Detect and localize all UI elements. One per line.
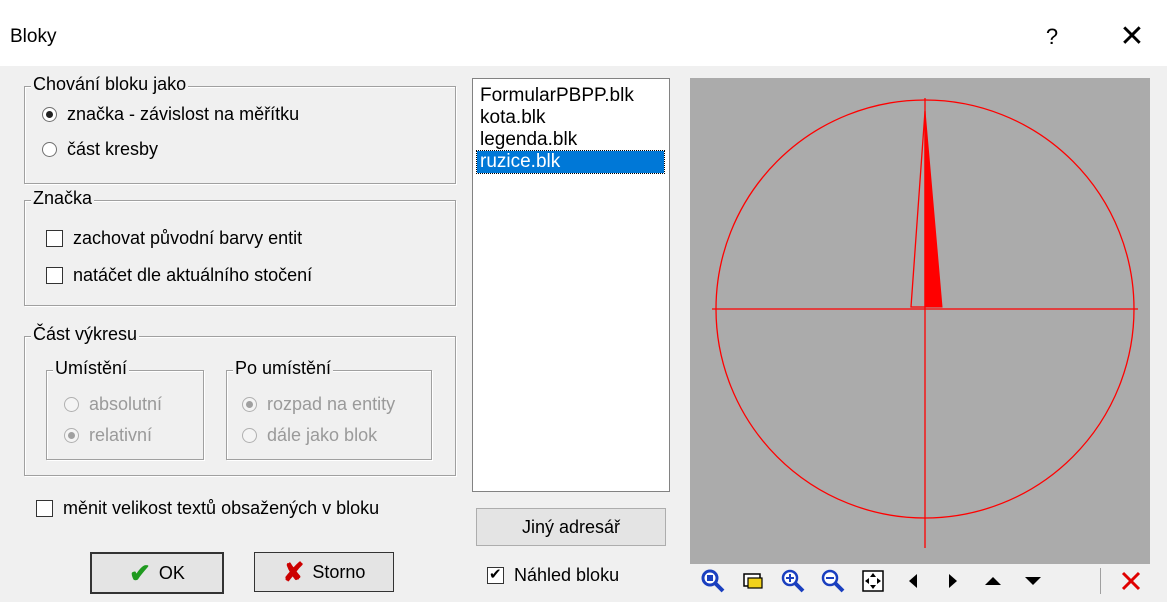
umisteni-legend: Umístění [53,358,130,379]
checkbox-label: natáčet dle aktuálního stočení [73,265,313,285]
toolbar-separator [1100,568,1101,594]
radio-label: dále jako blok [267,425,378,445]
title-bar [0,0,1167,66]
behaviour-legend: Chování bloku jako [31,74,189,95]
radio-button[interactable] [42,107,57,122]
preview-arrow-outline [910,110,926,308]
radio-label: značka - závislost na měřítku [67,104,300,124]
radio-label: část kresby [67,139,159,159]
radio-znacka[interactable]: značka - závislost na měřítku [42,104,299,125]
po-umisteni-group: Po umístění [226,358,432,460]
radio-label: relativní [89,425,153,445]
block-preview [690,78,1150,564]
check-icon: ✔ [129,558,151,588]
umisteni-group: Umístění [46,358,204,460]
fit-icon[interactable] [858,566,888,596]
list-item-selected[interactable]: ruzice.blk [476,150,665,174]
preview-drawing [712,98,1138,548]
znacka-group: Značka [24,188,456,306]
radio-cast-kresby[interactable]: část kresby [42,139,158,160]
list-item[interactable]: legenda.blk [477,129,580,151]
radio-button[interactable] [64,397,79,412]
pan-right-icon[interactable] [938,566,968,596]
radio-button[interactable] [64,428,79,443]
checkbox-resize-texts[interactable]: měnit velikost textů obsažených v bloku [36,498,379,519]
behaviour-group: Chování bloku jako [24,74,456,184]
pan-left-icon[interactable] [898,566,928,596]
radio-rozpad[interactable]: rozpad na entity [242,394,395,415]
zoom-in-icon[interactable] [778,566,808,596]
radio-dale-blok[interactable]: dále jako blok [242,425,377,446]
pan-up-icon[interactable] [978,566,1008,596]
checkbox[interactable] [487,565,504,584]
ok-button[interactable]: ✔ OK [90,552,224,594]
window-title: Bloky [10,26,57,47]
radio-button[interactable] [42,142,57,157]
radio-button[interactable] [242,397,257,412]
zoom-window-icon[interactable] [698,566,728,596]
other-directory-button[interactable]: Jiný adresář [476,508,666,546]
checkbox[interactable] [36,500,53,517]
checkbox-preview[interactable]: Náhled bloku [487,565,619,586]
list-item[interactable]: FormularPBPP.blk [477,85,637,107]
checkbox[interactable] [46,267,63,284]
checkbox-label: Náhled bloku [514,565,620,585]
cancel-button[interactable]: ✘ Storno [254,552,394,592]
checkbox-keep-colors[interactable]: zachovat původní barvy entit [46,228,302,249]
cast-vykresu-legend: Část výkresu [31,324,140,345]
checkbox[interactable] [46,230,63,247]
zoom-out-icon[interactable] [818,566,848,596]
radio-absolutni[interactable]: absolutní [64,394,162,415]
checkbox-rotate[interactable]: natáčet dle aktuálního stočení [46,265,312,286]
znacka-legend: Značka [31,188,95,209]
list-item[interactable]: kota.blk [477,107,548,129]
cancel-label: Storno [312,561,366,582]
radio-label: absolutní [89,394,163,414]
ok-label: OK [158,562,185,583]
preview-arrow-fill [924,110,943,308]
pan-down-icon[interactable] [1018,566,1048,596]
checkbox-label: zachovat původní barvy entit [73,228,303,248]
delete-icon[interactable] [1116,566,1146,596]
radio-button[interactable] [242,428,257,443]
po-umisteni-legend: Po umístění [233,358,334,379]
zoom-extents-icon[interactable] [738,566,768,596]
radio-label: rozpad na entity [267,394,396,414]
radio-relativni[interactable]: relativní [64,425,152,446]
close-button[interactable]: ✕ [1110,14,1154,60]
file-list[interactable]: FormularPBPP.blk kota.blk legenda.blk ru… [472,78,670,492]
help-button[interactable]: ? [1030,14,1074,60]
preview-toolbar [690,564,1150,598]
checkbox-label: měnit velikost textů obsažených v bloku [63,498,380,518]
x-icon: ✘ [282,557,305,587]
